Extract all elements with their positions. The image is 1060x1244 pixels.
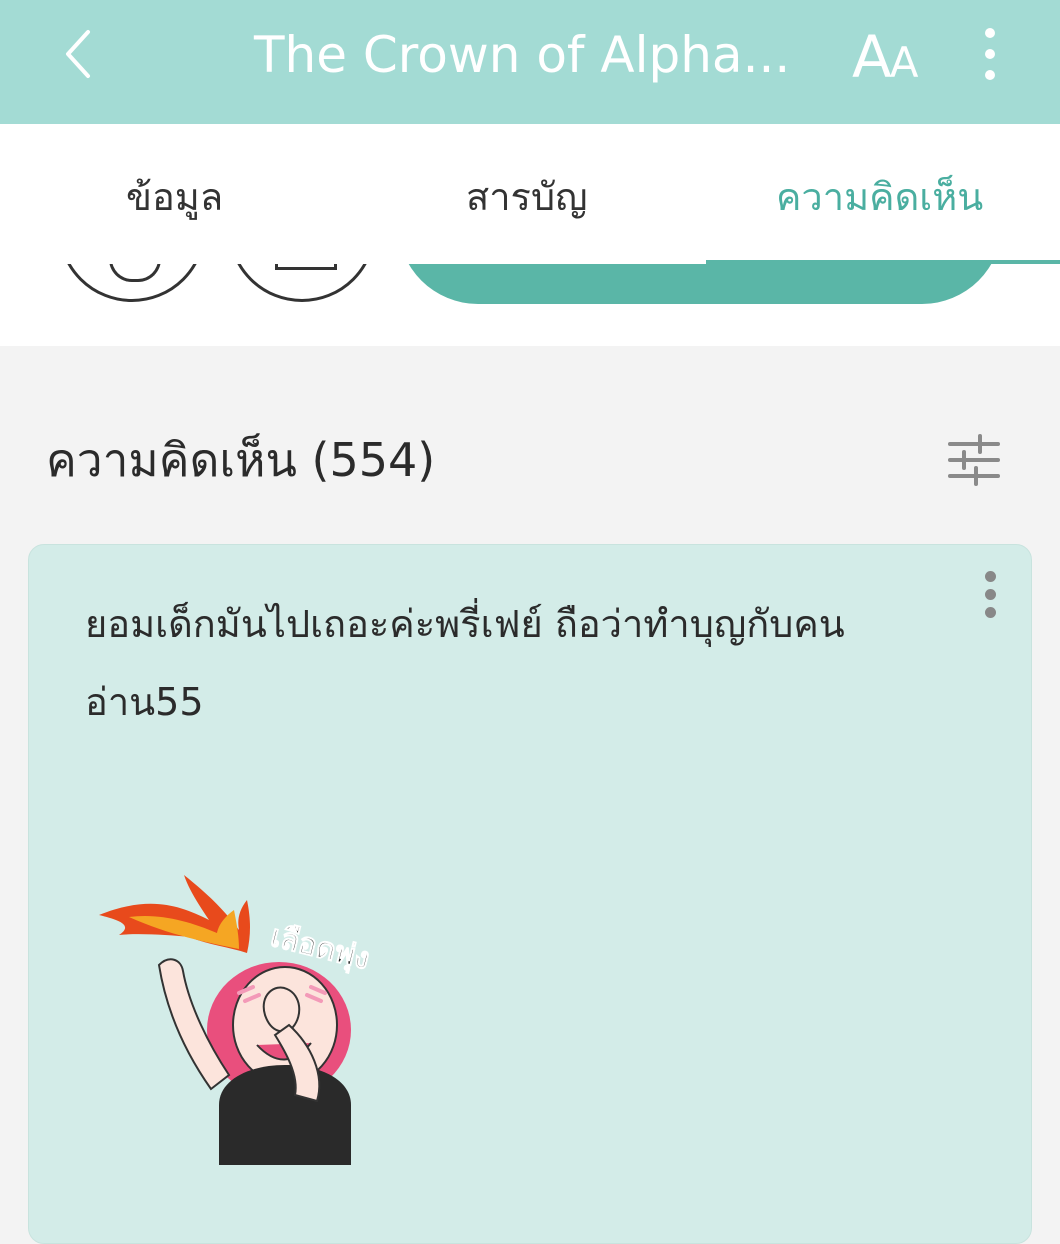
body-shape: [219, 1065, 351, 1165]
tab-table-of-contents[interactable]: สารบัญ: [466, 172, 587, 222]
more-vertical-icon[interactable]: [972, 28, 1008, 84]
tab-comments[interactable]: ความคิดเห็น: [776, 172, 983, 222]
primary-action-button[interactable]: [398, 264, 1002, 304]
action-buttons-strip: [0, 264, 1060, 346]
comment-more-icon[interactable]: [979, 571, 1001, 623]
action-glyph-1: [109, 264, 161, 282]
font-size-button[interactable]: AA: [852, 22, 918, 92]
filter-sliders-icon: [948, 434, 1000, 486]
hand-shape: [262, 986, 301, 1033]
font-size-icon-small: A: [889, 38, 919, 87]
comment-text: ยอมเด็กมันไปเถอะค่ะพรี่เฟย์ ถือว่าทำบุญก…: [85, 602, 845, 724]
comments-count-heading: ความคิดเห็น (554): [46, 433, 436, 487]
circle-action-button-1[interactable]: [58, 264, 206, 302]
back-button[interactable]: [52, 24, 112, 84]
sticker-image: เลือดพุ่ง: [99, 875, 374, 1165]
top-app-bar: The Crown of Alpha... AA: [0, 0, 1060, 124]
font-size-icon-big: A: [852, 23, 892, 91]
circle-action-button-2[interactable]: [228, 264, 376, 302]
tab-info[interactable]: ข้อมูล: [126, 172, 223, 222]
tab-bar: ข้อมูล สารบัญ ความคิดเห็น: [0, 124, 1060, 265]
filter-button[interactable]: [946, 432, 1002, 488]
back-chevron-icon: [66, 30, 90, 78]
action-glyph-2: [275, 264, 337, 270]
comment-card: ยอมเด็กมันไปเถอะค่ะพรี่เฟย์ ถือว่าทำบุญก…: [28, 544, 1032, 1244]
book-title: The Crown of Alpha...: [254, 26, 791, 84]
